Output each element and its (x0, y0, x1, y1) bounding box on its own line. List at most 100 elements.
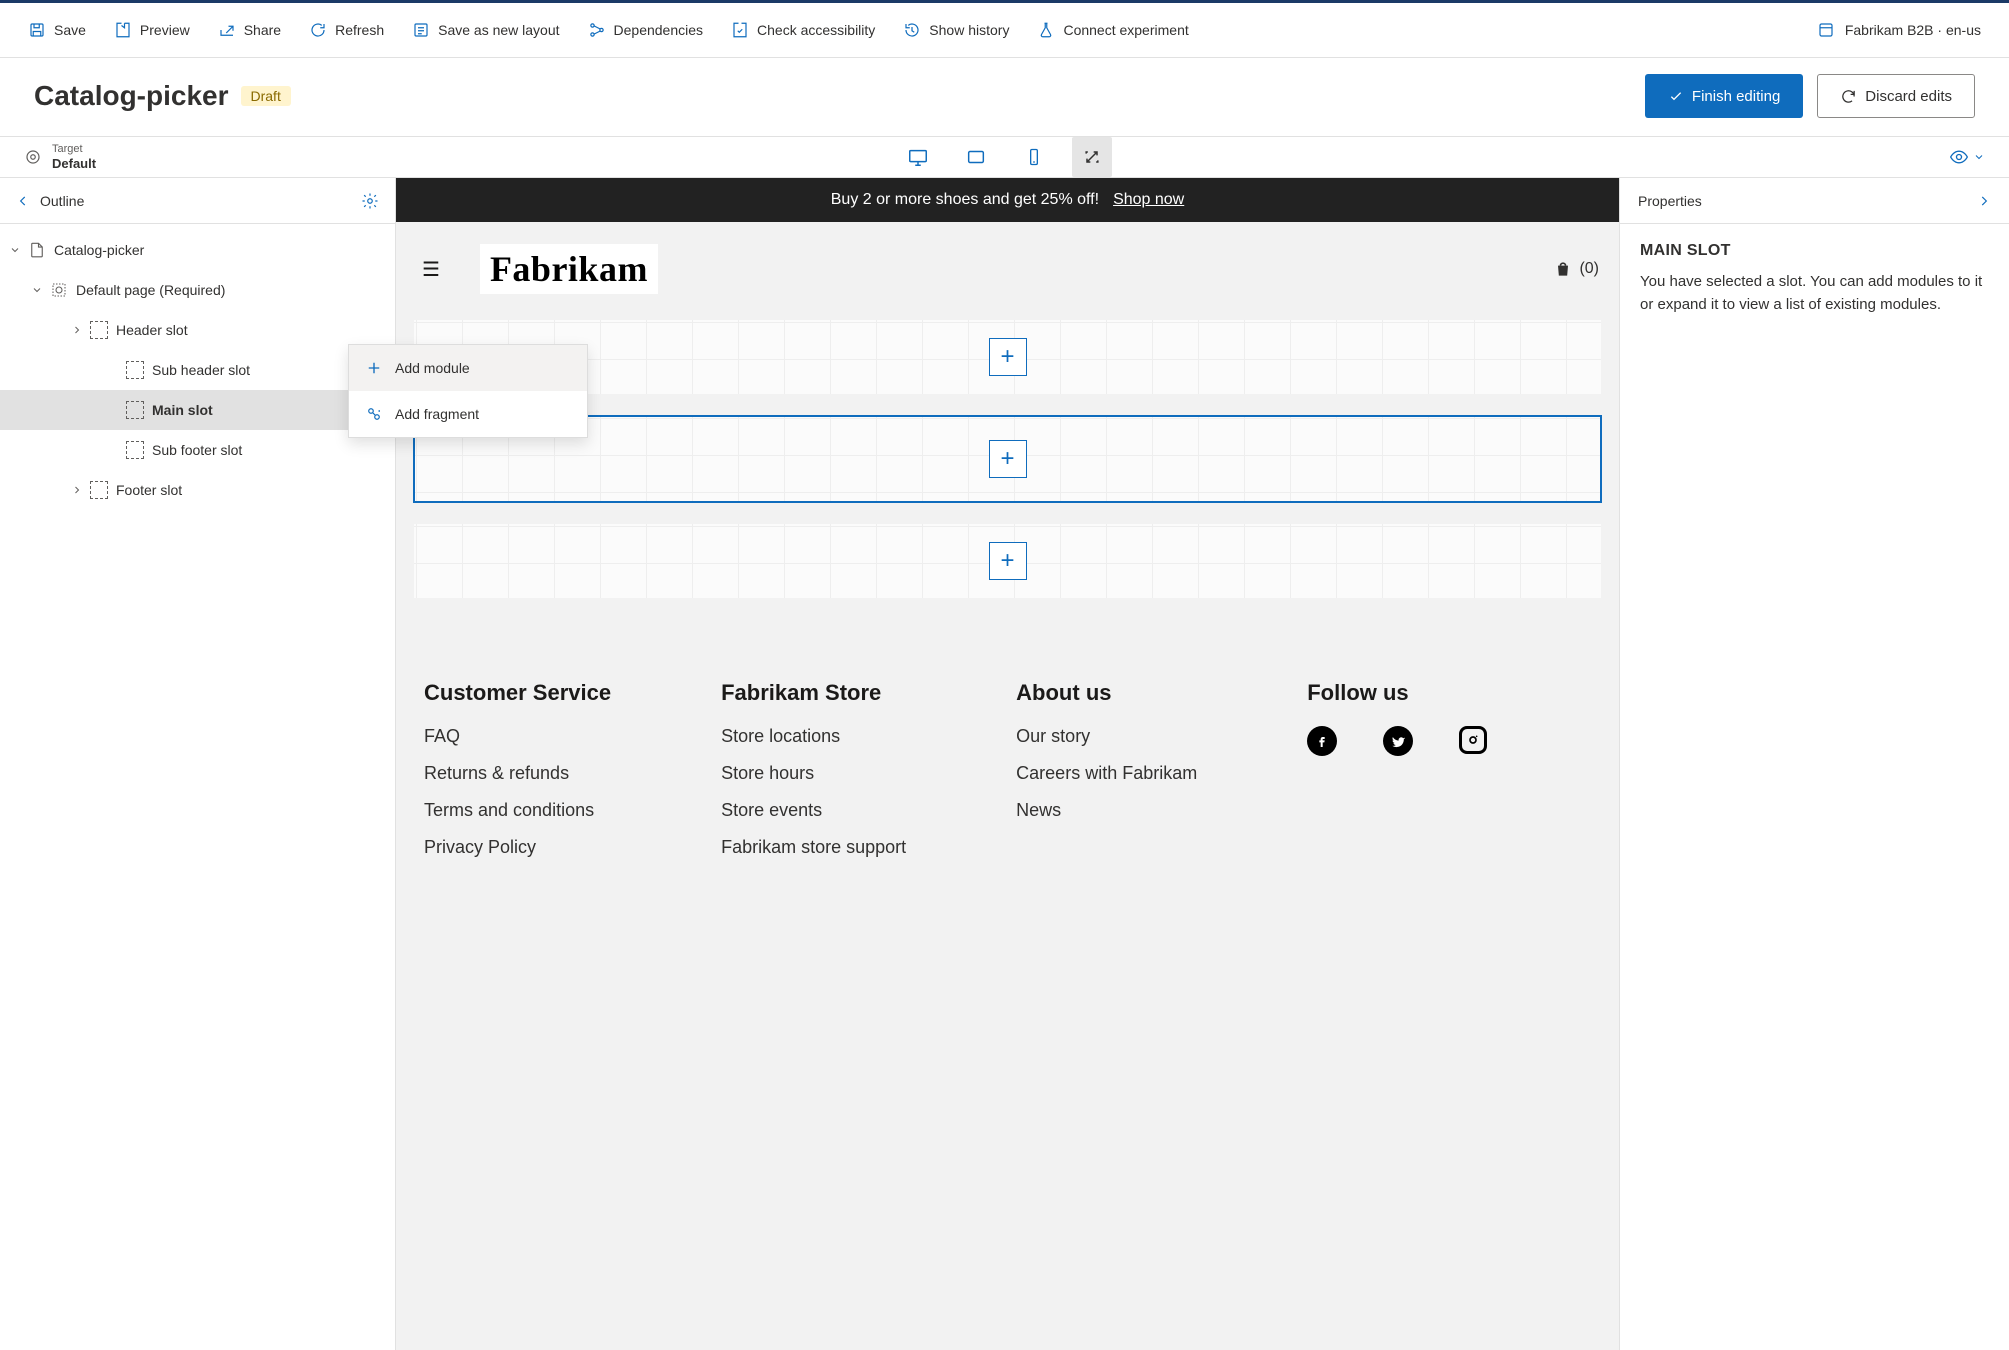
footer-col-title: About us (1016, 680, 1197, 706)
add-module-button[interactable]: + (989, 440, 1027, 478)
add-module-button[interactable]: + (989, 338, 1027, 376)
footer-link[interactable]: FAQ (424, 726, 611, 747)
experiment-icon (1037, 21, 1055, 39)
footer-col-title: Customer Service (424, 680, 611, 706)
slot-zone: + Main slot + + (414, 320, 1601, 598)
tree-slot-subheader[interactable]: Sub header slot (0, 350, 395, 390)
footer-link[interactable]: Store events (721, 800, 906, 821)
tree-root-label: Catalog-picker (54, 242, 144, 258)
bag-icon (1553, 259, 1573, 279)
title-row: Catalog-picker Draft Finish editing Disc… (0, 58, 2009, 136)
viewport-switcher (898, 137, 1112, 177)
site-context[interactable]: Fabrikam B2B · en-us (1817, 21, 1981, 39)
toolbar-preview[interactable]: Preview (114, 21, 190, 39)
tree-slot-subfooter[interactable]: Sub footer slot (0, 430, 395, 470)
status-badge: Draft (241, 86, 291, 106)
toolbar-refresh-label: Refresh (335, 22, 384, 38)
preview-visibility[interactable] (1949, 147, 1985, 167)
tree-slot-footer-label: Footer slot (116, 482, 182, 498)
toolbar-save[interactable]: Save (28, 21, 86, 39)
properties-expand[interactable] (1977, 194, 1991, 208)
tree-slot-header[interactable]: Header slot (0, 310, 395, 350)
toolbar-refresh[interactable]: Refresh (309, 21, 384, 39)
footer-col-store: Fabrikam Store Store locations Store hou… (721, 680, 906, 874)
tree-page[interactable]: Default page (Required) (0, 270, 395, 310)
tree-slot-main-label: Main slot (152, 402, 213, 418)
toolbar-experiment-label: Connect experiment (1063, 22, 1188, 38)
promo-text: Buy 2 or more shoes and get 25% off! (831, 191, 1099, 209)
share-icon (218, 21, 236, 39)
promo-link[interactable]: Shop now (1113, 191, 1184, 209)
footer-link[interactable]: Privacy Policy (424, 837, 611, 858)
tree-slot-footer[interactable]: Footer slot (0, 470, 395, 510)
context-menu: Add module Add fragment (348, 344, 588, 438)
menu-add-module-label: Add module (395, 360, 470, 376)
footer-link[interactable]: Store hours (721, 763, 906, 784)
properties-panel: Properties MAIN SLOT You have selected a… (1619, 178, 2009, 1350)
hamburger-icon[interactable]: ☰ (422, 257, 440, 282)
dependencies-icon (588, 21, 606, 39)
finish-editing-button[interactable]: Finish editing (1645, 74, 1803, 118)
viewport-mobile[interactable] (1014, 137, 1054, 177)
viewport-expand[interactable] (1072, 137, 1112, 177)
footer-link[interactable]: News (1016, 800, 1197, 821)
toolbar-save-label: Save (54, 22, 86, 38)
toolbar-save-layout-label: Save as new layout (438, 22, 559, 38)
target-selector[interactable]: Target Default (24, 144, 96, 171)
toolbar-dependencies[interactable]: Dependencies (588, 21, 704, 39)
toolbar-accessibility[interactable]: Check accessibility (731, 21, 875, 39)
slot-subfooter-zone[interactable]: + (414, 524, 1601, 598)
target-value: Default (52, 156, 96, 171)
properties-title: Properties (1638, 193, 1702, 209)
facebook-icon[interactable] (1307, 726, 1337, 756)
cart-button[interactable]: (0) (1553, 259, 1599, 279)
promo-bar: Buy 2 or more shoes and get 25% off! Sho… (396, 178, 1619, 222)
chevron-down-icon (1973, 151, 1985, 163)
slot-main-zone[interactable]: + (414, 416, 1601, 502)
viewport-tablet[interactable] (956, 137, 996, 177)
tree-root[interactable]: Catalog-picker (0, 230, 395, 270)
toolbar-accessibility-label: Check accessibility (757, 22, 875, 38)
footer-link[interactable]: Fabrikam store support (721, 837, 906, 858)
footer-link[interactable]: Our story (1016, 726, 1197, 747)
slot-icon (126, 361, 144, 379)
toolbar-history[interactable]: Show history (903, 21, 1009, 39)
outline-back[interactable] (16, 194, 30, 208)
page-icon (28, 241, 46, 259)
toolbar-share-label: Share (244, 22, 281, 38)
refresh-icon (309, 21, 327, 39)
footer-col-follow: Follow us (1307, 680, 1487, 874)
footer-link[interactable]: Store locations (721, 726, 906, 747)
save-icon (28, 21, 46, 39)
toolbar-share[interactable]: Share (218, 21, 281, 39)
menu-add-fragment-label: Add fragment (395, 406, 479, 422)
tree-slot-main[interactable]: Main slot (0, 390, 395, 430)
subheader-row: Target Default (0, 136, 2009, 178)
undo-icon (1840, 88, 1857, 105)
layout-icon (50, 281, 68, 299)
toolbar-experiment[interactable]: Connect experiment (1037, 21, 1188, 39)
instagram-icon[interactable] (1459, 726, 1487, 754)
slot-icon (126, 441, 144, 459)
viewport-desktop[interactable] (898, 137, 938, 177)
menu-add-module[interactable]: Add module (349, 345, 587, 391)
finish-editing-label: Finish editing (1692, 88, 1780, 105)
outline-tree: Catalog-picker Default page (Required) H… (0, 224, 395, 516)
toolbar-save-layout[interactable]: Save as new layout (412, 21, 559, 39)
footer-link[interactable]: Careers with Fabrikam (1016, 763, 1197, 784)
tree-page-label: Default page (Required) (76, 282, 225, 298)
slot-icon (126, 401, 144, 419)
menu-add-fragment[interactable]: Add fragment (349, 391, 587, 437)
accessibility-icon (731, 21, 749, 39)
slot-subheader-zone[interactable]: + (414, 320, 1601, 394)
brand-logo[interactable]: Fabrikam (480, 244, 658, 294)
twitter-icon[interactable] (1383, 726, 1413, 756)
check-icon (1668, 88, 1684, 104)
discard-edits-label: Discard edits (1865, 88, 1952, 105)
add-module-button[interactable]: + (989, 542, 1027, 580)
outline-settings[interactable] (361, 192, 379, 210)
footer-link[interactable]: Returns & refunds (424, 763, 611, 784)
footer-link[interactable]: Terms and conditions (424, 800, 611, 821)
page-title: Catalog-picker (34, 80, 229, 112)
discard-edits-button[interactable]: Discard edits (1817, 74, 1975, 118)
